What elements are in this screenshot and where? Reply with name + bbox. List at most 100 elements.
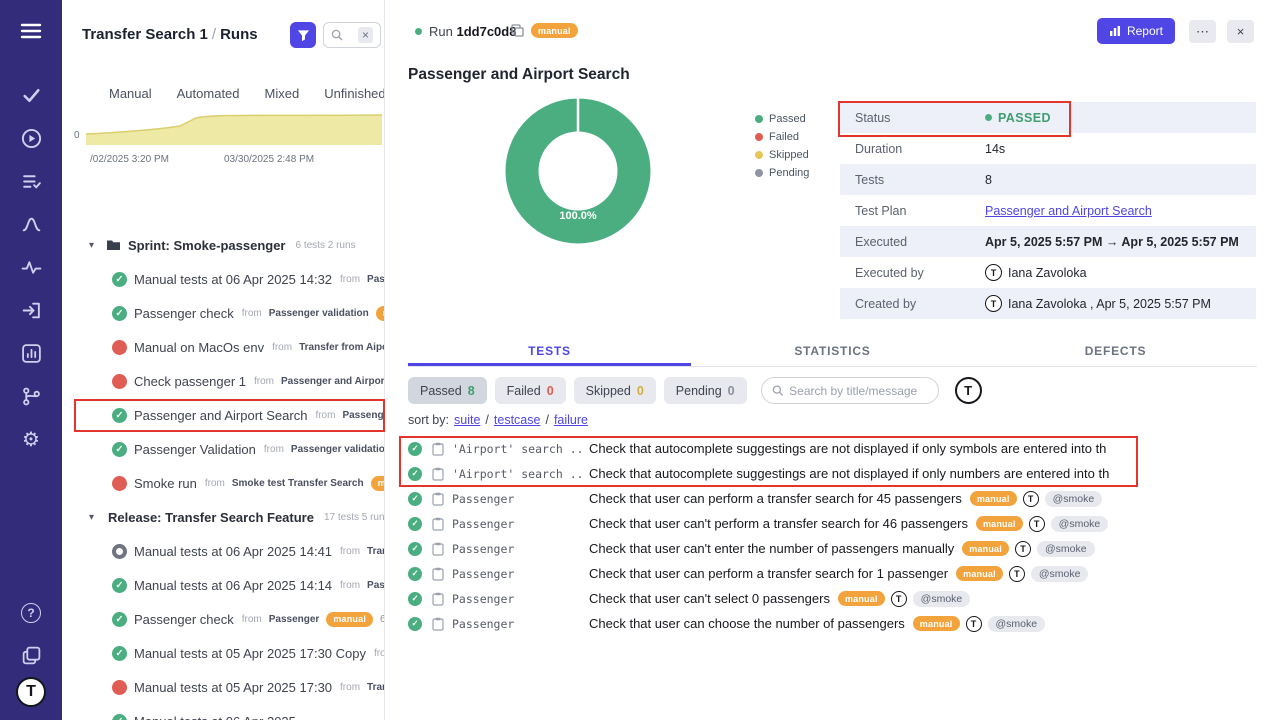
failed-icon xyxy=(112,374,127,389)
tree-run-item[interactable]: Check passenger 1 from Passenger and Air… xyxy=(62,364,385,398)
smoke-tag: @smoke xyxy=(1045,491,1103,507)
tree-run-item[interactable]: ✓ Manual tests at 06 Apr 2025 14:32 from… xyxy=(62,262,385,296)
test-title: Check that user can choose the number of… xyxy=(589,616,905,631)
tree-run-item[interactable]: ✓ Manual tests at 05 Apr 2025 17:30 Copy… xyxy=(62,636,385,670)
chevron-down-icon[interactable]: ▾ xyxy=(89,240,99,251)
reports-chart-icon[interactable] xyxy=(0,332,62,375)
test-row[interactable]: ✓ 'Airport' search ... Check that autoco… xyxy=(408,436,1270,461)
flow-curve-icon[interactable] xyxy=(0,203,62,246)
tree-run-item[interactable]: ✓ Manual tests at 06 Apr 2025 xyxy=(62,704,385,720)
run-label: Manual tests at 05 Apr 2025 17:30 xyxy=(134,680,332,695)
tree-run-item[interactable]: ✓ Manual tests at 06 Apr 2025 14:14 from… xyxy=(62,568,385,602)
branch-icon[interactable] xyxy=(0,375,62,418)
filter-skipped[interactable]: Skipped0 xyxy=(574,377,656,404)
test-row[interactable]: ✓ 'Airport' search ... Check that autoco… xyxy=(408,461,1270,486)
tests-check-icon[interactable] xyxy=(0,74,62,117)
run-id: 1dd7c0d8 xyxy=(456,24,516,39)
analytics-pulse-icon[interactable] xyxy=(0,246,62,289)
tab-unfinished[interactable]: Unfinished xyxy=(324,86,384,101)
test-suite: Passenger xyxy=(452,542,583,556)
passed-icon: ✓ xyxy=(112,646,127,661)
tree-run-item[interactable]: Manual on MacOs env from Transfer from A… xyxy=(62,330,385,364)
tree-run-item[interactable]: Smoke run from Smoke test Transfer Searc… xyxy=(62,466,385,500)
failed-icon xyxy=(112,476,127,491)
tree-run-item[interactable]: ✓ Passenger check from Passenger manual … xyxy=(62,602,385,636)
run-label: Passenger Validation xyxy=(134,442,256,457)
test-row[interactable]: ✓ Passenger Check that user can perform … xyxy=(408,486,1270,511)
filter-passed[interactable]: Passed8 xyxy=(408,377,487,404)
tab-mixed[interactable]: Mixed xyxy=(265,86,300,101)
pending-dot xyxy=(755,169,763,177)
test-row[interactable]: ✓ Passenger Check that user can't enter … xyxy=(408,536,1270,561)
legend-skipped: Skipped xyxy=(755,149,809,161)
test-row[interactable]: ✓ Passenger Check that user can't perfor… xyxy=(408,511,1270,536)
tree-run-item[interactable]: ✓ Passenger check from Passenger validat… xyxy=(62,296,385,330)
sort-by-failure-link[interactable]: failure xyxy=(554,413,588,427)
test-title: Check that user can't perform a transfer… xyxy=(589,516,968,531)
test-row[interactable]: ✓ Passenger Check that user can't select… xyxy=(408,586,1270,611)
run-from-prefix: from xyxy=(340,546,360,557)
tree-folder-sprint[interactable]: ▾ Sprint: Smoke-passenger 6 tests 2 runs xyxy=(62,228,385,262)
tab-manual[interactable]: Manual xyxy=(109,86,152,101)
passed-icon: ✓ xyxy=(408,492,422,506)
run-label: Passenger check xyxy=(134,612,234,627)
tree-run-item[interactable]: Manual tests at 06 Apr 2025 14:41 from T… xyxy=(62,534,385,568)
run-label: Smoke run xyxy=(134,476,197,491)
report-label: Report xyxy=(1127,24,1163,38)
report-button[interactable]: Report xyxy=(1097,18,1175,44)
tab-tests[interactable]: TESTS xyxy=(408,338,691,366)
tab-statistics[interactable]: STATISTICS xyxy=(691,338,974,366)
plans-list-icon[interactable] xyxy=(0,160,62,203)
run-suite: Passenger and Airport Searc xyxy=(281,376,385,387)
sidebar-search-box[interactable]: × xyxy=(323,22,381,48)
projects-folders-icon[interactable] xyxy=(0,634,62,677)
sort-by-suite-link[interactable]: suite xyxy=(454,413,480,427)
settings-gear-icon[interactable]: ⚙ xyxy=(0,418,62,461)
tree-run-item[interactable]: Manual tests at 05 Apr 2025 17:30 from T… xyxy=(62,670,385,704)
runs-play-icon[interactable] xyxy=(0,117,62,160)
run-from-prefix: from xyxy=(242,308,262,319)
run-label: Passenger and Airport Search xyxy=(134,408,307,423)
tab-defects[interactable]: DEFECTS xyxy=(974,338,1257,366)
logo-filter-button[interactable]: T xyxy=(955,377,982,404)
run-suite: Tran xyxy=(367,682,385,693)
test-suite: Passenger xyxy=(452,592,583,606)
avatar: T xyxy=(985,295,1002,312)
folder-meta: 17 tests 5 runs xyxy=(324,512,385,523)
copy-run-id-icon[interactable] xyxy=(511,24,524,42)
manual-badge: manual xyxy=(976,516,1023,531)
results-donut-chart: 100.0% xyxy=(503,96,653,246)
run-from-prefix: from xyxy=(340,580,360,591)
clear-search-icon[interactable]: × xyxy=(358,27,373,43)
menu-icon[interactable] xyxy=(0,6,62,56)
test-row[interactable]: ✓ Passenger Check that user can choose t… xyxy=(408,611,1270,636)
test-row[interactable]: ✓ Passenger Check that user can perform … xyxy=(408,561,1270,586)
sort-by-testcase-link[interactable]: testcase xyxy=(494,413,541,427)
test-plan-link[interactable]: Passenger and Airport Search xyxy=(985,204,1152,218)
run-suite: Passenger and xyxy=(342,410,385,421)
chevron-down-icon[interactable]: ▾ xyxy=(89,512,94,523)
run-from-prefix: from xyxy=(205,478,225,489)
tree-run-item[interactable]: ✓ Passenger Validation from Passenger va… xyxy=(62,432,385,466)
test-suite: 'Airport' search ... xyxy=(452,467,583,481)
breadcrumb-project[interactable]: Transfer Search 1 xyxy=(82,26,208,43)
tab-automated[interactable]: Automated xyxy=(177,86,240,101)
run-launcher-icon[interactable] xyxy=(0,289,62,332)
filter-button[interactable] xyxy=(290,22,316,48)
tree-folder-release[interactable]: ▾ Release: Transfer Search Feature 17 te… xyxy=(62,500,385,534)
workspace-logo[interactable]: T xyxy=(0,677,62,720)
info-row-testplan: Test Plan Passenger and Airport Search xyxy=(840,195,1256,226)
more-actions-button[interactable]: ⋯ xyxy=(1189,20,1216,43)
passed-icon: ✓ xyxy=(112,408,127,423)
manual-badge: manual xyxy=(838,591,885,606)
testcase-icon xyxy=(432,467,444,481)
manual-badge: manual xyxy=(962,541,1009,556)
failed-icon xyxy=(112,680,127,695)
help-icon[interactable]: ? xyxy=(0,591,62,634)
runs-history-chart[interactable] xyxy=(86,104,382,146)
tests-search-input[interactable] xyxy=(789,384,927,398)
filter-failed[interactable]: Failed0 xyxy=(495,377,566,404)
tree-run-item-selected[interactable]: ✓ Passenger and Airport Search from Pass… xyxy=(62,398,385,432)
close-run-button[interactable]: × xyxy=(1227,20,1254,43)
filter-pending[interactable]: Pending0 xyxy=(664,377,747,404)
